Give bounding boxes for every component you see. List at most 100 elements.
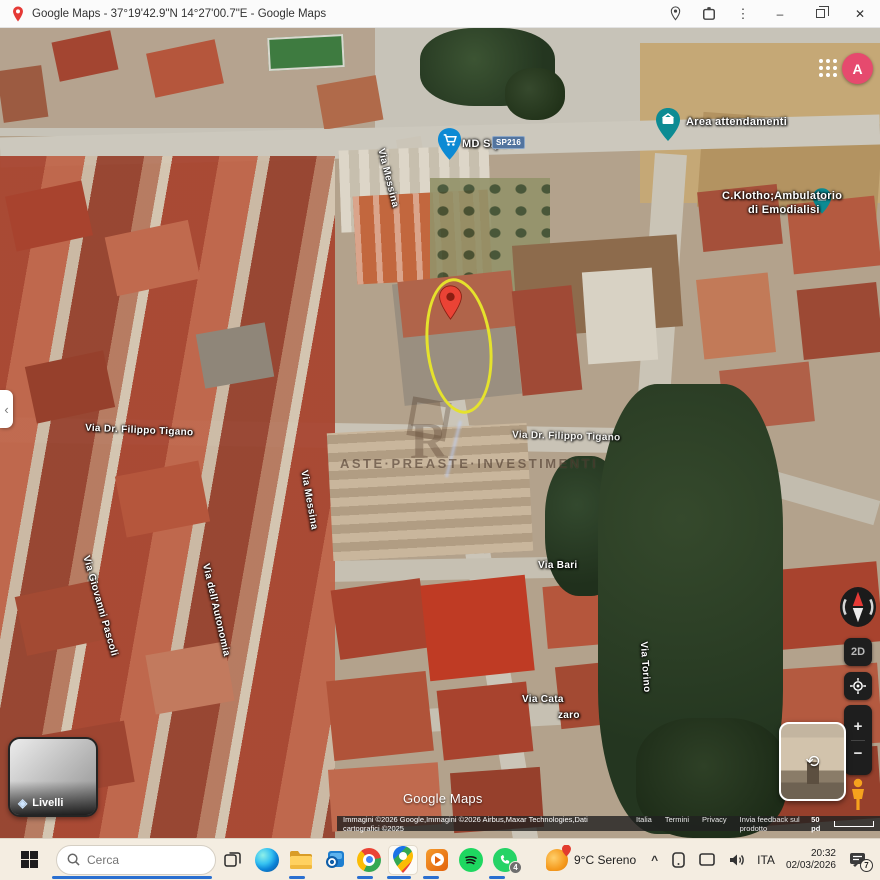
media-indicator [423,876,439,879]
map-terrain-patch [582,268,658,365]
notification-center-button[interactable]: 7 [849,852,866,868]
chrome-taskbar-icon[interactable] [354,845,384,875]
outlook-taskbar-icon[interactable] [320,845,350,875]
scale-label: 50 pd [811,815,829,833]
media-player-taskbar-icon[interactable] [422,845,452,875]
route-badge-sp216: SP216 [492,136,525,149]
phone-link-icon[interactable] [672,852,685,868]
target-marker-icon[interactable] [438,284,463,326]
streetview-preview[interactable]: ⟲ [779,722,846,801]
map-terrain-patch [326,671,434,761]
area-attendamenti-pin-icon[interactable] [655,108,681,146]
weather-text: 9°C Sereno [574,853,636,867]
restore-button[interactable] [800,0,840,28]
title-bar: Google Maps - 37°19'42.9"N 14°27'00.7"E … [0,0,880,28]
google-maps-icon [393,846,413,873]
taskbar-search[interactable] [56,845,216,875]
edge-taskbar-icon[interactable] [252,845,282,875]
volume-icon[interactable] [729,853,745,867]
app-window: Google Maps - 37°19'42.9"N 14°27'00.7"E … [0,0,880,880]
search-input[interactable] [87,853,197,867]
weather-widget[interactable]: 9°C Sereno [546,849,636,871]
poi-label-klotho-line2[interactable]: di Emodialisi [748,204,820,216]
whatsapp-taskbar-icon[interactable]: 4 [490,845,520,875]
google-maps-taskbar-icon[interactable] [388,845,418,875]
close-button[interactable]: ✕ [840,0,880,28]
layers-icon: ◈ [18,796,27,810]
md-spa-pin-icon[interactable] [437,128,462,165]
whatsapp-icon: 4 [493,848,517,872]
outlook-icon [324,849,346,871]
hidden-icons-chevron[interactable]: ^ [651,853,658,867]
imagery-credits: Immagini ©2026 Google,Immagini ©2026 Air… [343,815,622,833]
whatsapp-badge: 4 [509,861,522,874]
map-terrain-patch [797,282,880,360]
weather-icon [546,849,568,871]
map-terrain-patch [331,578,430,660]
display-icon[interactable] [699,853,715,866]
my-location-icon [850,678,866,694]
link-feedback[interactable]: Invia feedback sul prodotto [740,815,812,833]
maps-indicator [387,876,411,879]
account-avatar[interactable]: A [842,53,873,84]
media-player-icon [426,849,448,871]
maps-favicon-icon [12,6,24,22]
google-apps-grid-icon[interactable] [818,58,838,78]
map-terrain-patch [696,272,776,359]
file-explorer-taskbar-icon[interactable] [286,845,316,875]
task-view-icon [224,851,242,869]
poi-label-klotho-line1[interactable]: C.Klotho;Ambulatorio [722,190,842,202]
side-panel-collapse-tab[interactable]: ‹ [0,390,13,428]
search-indicator [52,876,212,879]
language-indicator[interactable]: ITA [757,853,775,867]
tray-time: 20:32 [786,848,836,860]
map-terrain-patch [0,65,48,123]
clock[interactable]: 20:32 02/03/2026 [786,848,836,872]
chevron-left-icon: ‹ [4,402,8,417]
zoom-divider [851,740,865,741]
layers-button[interactable]: ◈ Livelli [8,737,98,817]
search-icon [67,853,80,866]
edge-icon [255,848,279,872]
link-termini[interactable]: Termini [665,815,689,833]
google-maps-logo: Google Maps [403,791,483,806]
file-explorer-icon [289,850,313,870]
zoom-in-button[interactable]: + [854,720,863,734]
more-menu-icon[interactable]: ⋮ [726,0,760,28]
location-pin-icon[interactable] [658,0,692,28]
task-view-button[interactable] [218,845,248,875]
my-location-button[interactable] [844,672,872,700]
street-label-via-bari: Via Bari [538,560,577,571]
satellite-map[interactable]: A Area attendamenti MD S.p.A SP216 C.Klo… [0,28,880,838]
spotify-taskbar-icon[interactable] [456,845,486,875]
pegman-icon[interactable] [847,778,869,817]
link-italia[interactable]: Italia [636,815,652,833]
spotify-icon [459,848,483,872]
attribution-bar: Immagini ©2026 Google,Immagini ©2026 Air… [337,816,880,831]
restore-icon [816,9,825,18]
window-title: Google Maps - 37°19'42.9"N 14°27'00.7"E … [32,8,326,20]
map-2d-button[interactable]: 2D [844,638,872,666]
zoom-out-button[interactable]: − [854,747,863,761]
chrome-indicator [357,876,373,879]
street-label-via-cata: Via Cata [522,694,564,705]
scale-bar [834,821,874,827]
tray-date: 02/03/2026 [786,860,836,872]
app-install-icon[interactable] [692,0,726,28]
explorer-indicator [289,876,305,879]
rotate-view-icon: ⟲ [781,752,844,772]
map-terrain-patch [512,285,583,396]
map-terrain-patch [505,68,565,120]
poi-label-area-attendamenti[interactable]: Area attendamenti [686,116,787,128]
compass-icon [839,585,877,629]
start-button[interactable] [14,845,44,875]
whatsapp-indicator [489,876,505,879]
windows-taskbar: 4 9°C Sereno ^ ITA [0,838,880,880]
map-terrain-patch [420,575,534,681]
watermark-text: ASTE·PREASTE·INVESTIMENTI [340,456,598,471]
chrome-icon [357,848,381,872]
link-privacy[interactable]: Privacy [702,815,727,833]
street-label-via-cata-2: zaro [558,710,580,721]
minimize-button[interactable]: – [760,0,800,28]
compass-control[interactable] [839,584,877,630]
